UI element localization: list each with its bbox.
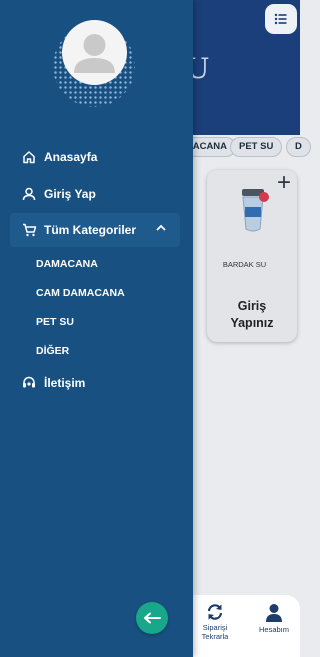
list-icon	[274, 13, 287, 25]
menu-item-contact[interactable]: İletişim	[10, 368, 180, 398]
menu-item-login[interactable]: Giriş Yap	[10, 179, 180, 209]
menu-item-all-categories[interactable]: Tüm Kategoriler	[10, 213, 180, 247]
account-nav-item[interactable]: Hesabım	[251, 603, 297, 634]
user-icon	[22, 187, 36, 201]
reorder-nav-item[interactable]: Siparişi Tekrarla	[193, 603, 237, 641]
reorder-label-line2: Tekrarla	[201, 632, 229, 641]
menu-home-label: Anasayfa	[44, 150, 98, 164]
list-view-button[interactable]	[265, 4, 297, 34]
subcategory-item[interactable]: CAM DAMACANA	[36, 287, 125, 299]
menu-login-label: Giriş Yap	[44, 187, 96, 201]
account-label: Hesabım	[258, 625, 289, 634]
category-chip[interactable]: PET SU	[230, 137, 283, 157]
person-icon	[266, 604, 282, 622]
avatar[interactable]	[62, 20, 127, 85]
product-login-prompt[interactable]: Giriş Yapınız	[207, 298, 297, 332]
add-to-cart-button[interactable]: +	[272, 171, 296, 196]
close-drawer-button[interactable]	[136, 602, 168, 634]
avatar-placeholder-icon	[74, 34, 115, 73]
cart-icon	[22, 223, 36, 237]
product-name: BARDAK SU	[222, 260, 267, 269]
headset-icon	[23, 376, 35, 388]
login-prompt-line1: Giriş	[237, 299, 267, 313]
menu-contact-label: İletişim	[44, 376, 86, 390]
navigation-drawer: Anasayfa Giriş Yap Tüm Kategoriler DAMAC…	[0, 0, 193, 657]
category-chip[interactable]: D	[286, 137, 311, 157]
home-icon	[23, 151, 35, 164]
subcategory-item[interactable]: DİĞER	[36, 345, 69, 357]
subcategory-item[interactable]: DAMACANA	[36, 258, 98, 270]
reorder-label-line1: Siparişi	[202, 623, 228, 632]
login-prompt-line2: Yapınız	[230, 316, 274, 330]
product-image	[242, 189, 269, 232]
refresh-icon	[207, 604, 223, 620]
menu-categories-label: Tüm Kategoriler	[44, 223, 137, 237]
bottom-nav: Siparişi Tekrarla Hesabım	[193, 595, 300, 657]
chevron-up-icon[interactable]	[154, 221, 168, 235]
subcategory-item[interactable]: PET SU	[36, 316, 74, 328]
arrow-left-icon	[144, 612, 161, 624]
menu-item-home[interactable]: Anasayfa	[10, 142, 180, 172]
